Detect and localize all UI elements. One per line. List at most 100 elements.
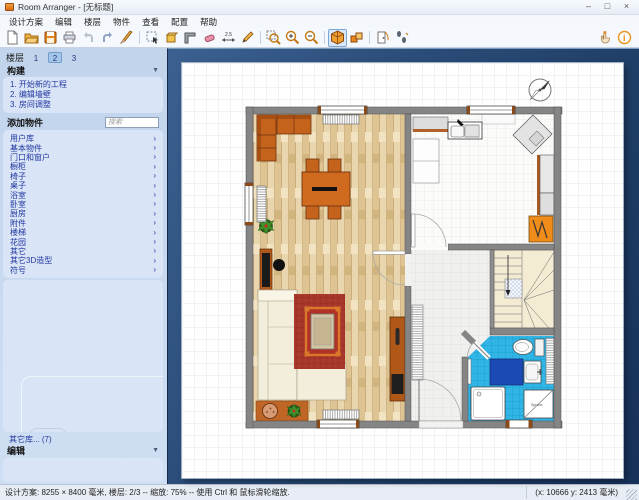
floor-plan[interactable]: Sprcha [182, 63, 623, 478]
hallway-radiator[interactable] [412, 305, 423, 380]
bathroom-radiator[interactable] [546, 338, 554, 384]
shower-label: Sprcha [531, 403, 542, 407]
category-cabinets[interactable]: 橱柜› [10, 162, 156, 171]
pointer-hand-button[interactable] [596, 29, 615, 47]
pointer-hand-icon [598, 30, 613, 45]
collapse-icon[interactable]: ▼ [152, 447, 159, 454]
close-button[interactable]: × [619, 1, 634, 13]
open-button[interactable] [22, 29, 41, 47]
new-button[interactable] [3, 29, 22, 47]
menu-floor[interactable]: 楼层 [78, 15, 107, 29]
toolbar-separator [369, 31, 370, 44]
canvas-area[interactable]: Sprcha [167, 48, 639, 484]
menu-object[interactable]: 物件 [107, 15, 136, 29]
view-3d-button[interactable] [328, 29, 347, 47]
maximize-button[interactable]: □ [600, 1, 615, 13]
tv-cabinet[interactable] [260, 249, 272, 291]
draw-button[interactable] [238, 29, 257, 47]
sidebar: 楼层 1 2 3 构建 ▼ 1. 开始新的工程 2. 编辑墙壁 3. 房间调整 … [0, 48, 167, 484]
category-kitchen[interactable]: 厨房› [10, 209, 156, 218]
shower-cabin[interactable]: Sprcha [524, 390, 553, 418]
save-button[interactable] [41, 29, 60, 47]
print-icon [62, 30, 77, 45]
redo-button[interactable] [98, 29, 117, 47]
app-icon [5, 3, 14, 11]
build-step-edit-walls[interactable]: 2. 编辑墙壁 [10, 90, 156, 100]
menu-options[interactable]: 配置 [165, 15, 194, 29]
add-object-button[interactable] [162, 29, 181, 47]
menu-help[interactable]: 帮助 [194, 15, 223, 29]
collapse-icon[interactable]: ▼ [152, 67, 159, 74]
floor-button-3[interactable]: 3 [67, 52, 81, 63]
shower-tray[interactable] [471, 387, 505, 420]
compass-icon[interactable] [529, 79, 551, 101]
menu-view[interactable]: 查看 [136, 15, 165, 29]
edit-walls-button[interactable] [181, 29, 200, 47]
search-input[interactable] [105, 117, 159, 128]
print-button[interactable] [60, 29, 79, 47]
staircase[interactable] [494, 250, 554, 328]
terracotta-shelf[interactable] [256, 401, 308, 421]
zoom-out-button[interactable] [302, 29, 321, 47]
category-accessories[interactable]: 附件› [10, 219, 156, 228]
undo-button[interactable] [79, 29, 98, 47]
objects-3d-icon [349, 30, 364, 45]
boiler-unit[interactable] [529, 216, 553, 242]
about-info-button[interactable]: i [615, 29, 634, 47]
menu-bar: 设计方案 编辑 楼层 物件 查看 配置 帮助 [0, 15, 639, 28]
category-garden[interactable]: 花园› [10, 237, 156, 246]
washbasin[interactable] [524, 361, 542, 383]
chevron-right-icon: › [153, 219, 156, 227]
menu-design[interactable]: 设计方案 [3, 15, 49, 29]
bath-mat[interactable] [490, 359, 523, 385]
right-wall-cabinets[interactable] [537, 155, 554, 215]
chevron-right-icon: › [153, 229, 156, 237]
chevron-right-icon: › [153, 200, 156, 208]
measure-button[interactable]: 2.5 [219, 29, 238, 47]
floor-button-1[interactable]: 1 [29, 52, 43, 63]
format-brush-button[interactable] [117, 29, 136, 47]
white-tall-cabinet[interactable] [413, 139, 439, 183]
category-tables[interactable]: 桌子› [10, 181, 156, 190]
toilet[interactable] [513, 339, 544, 356]
build-section-header[interactable]: 构建 ▼ [3, 64, 163, 77]
window-top-living [318, 106, 367, 114]
zoom-selection-button[interactable] [264, 29, 283, 47]
build-step-adjust-rooms[interactable]: 3. 房间调整 [10, 100, 156, 110]
minimize-button[interactable]: – [581, 1, 596, 13]
category-other-3d[interactable]: 其它3D造型› [10, 256, 156, 265]
build-step-new-project[interactable]: 1. 开始新的工程 [10, 80, 156, 90]
edit-section-header[interactable]: 编辑 ▼ [3, 444, 163, 457]
drawing-page[interactable]: Sprcha [182, 63, 623, 478]
eraser-button[interactable] [200, 29, 219, 47]
svg-text:2.5: 2.5 [225, 32, 232, 38]
add-objects-label: 添加物件 [7, 116, 43, 129]
window-bottom-bath [506, 420, 532, 428]
category-bathroom[interactable]: 浴室› [10, 190, 156, 199]
walkthrough-button[interactable] [392, 29, 411, 47]
other-libraries-link[interactable]: 其它库... (7) [3, 432, 163, 444]
objects-3d-button[interactable] [347, 29, 366, 47]
category-bedroom[interactable]: 卧室› [10, 200, 156, 209]
category-doors-windows[interactable]: 门口和窗户› [10, 153, 156, 162]
floor-button-2[interactable]: 2 [48, 52, 62, 63]
coffee-table[interactable] [305, 307, 341, 357]
build-panel: 1. 开始新的工程 2. 编辑墙壁 3. 房间调整 [3, 77, 163, 113]
select-objects-icon [145, 30, 160, 45]
door-preview-button[interactable] [373, 29, 392, 47]
kitchen-sink[interactable] [448, 119, 482, 139]
category-chairs[interactable]: 椅子› [10, 172, 156, 181]
category-stairs[interactable]: 楼梯› [10, 228, 156, 237]
walkthrough-icon [394, 30, 409, 45]
round-speaker[interactable] [273, 259, 285, 271]
round-side-table [263, 404, 278, 419]
tall-cabinet-oven[interactable] [390, 317, 405, 401]
resize-grip[interactable] [626, 489, 637, 500]
menu-edit[interactable]: 编辑 [49, 15, 78, 29]
category-symbols[interactable]: 符号› [10, 265, 156, 274]
zoom-in-button[interactable] [283, 29, 302, 47]
select-objects-button[interactable] [143, 29, 162, 47]
edit-header-label: 编辑 [7, 444, 25, 457]
undo-icon [81, 30, 96, 45]
save-icon [43, 30, 58, 45]
